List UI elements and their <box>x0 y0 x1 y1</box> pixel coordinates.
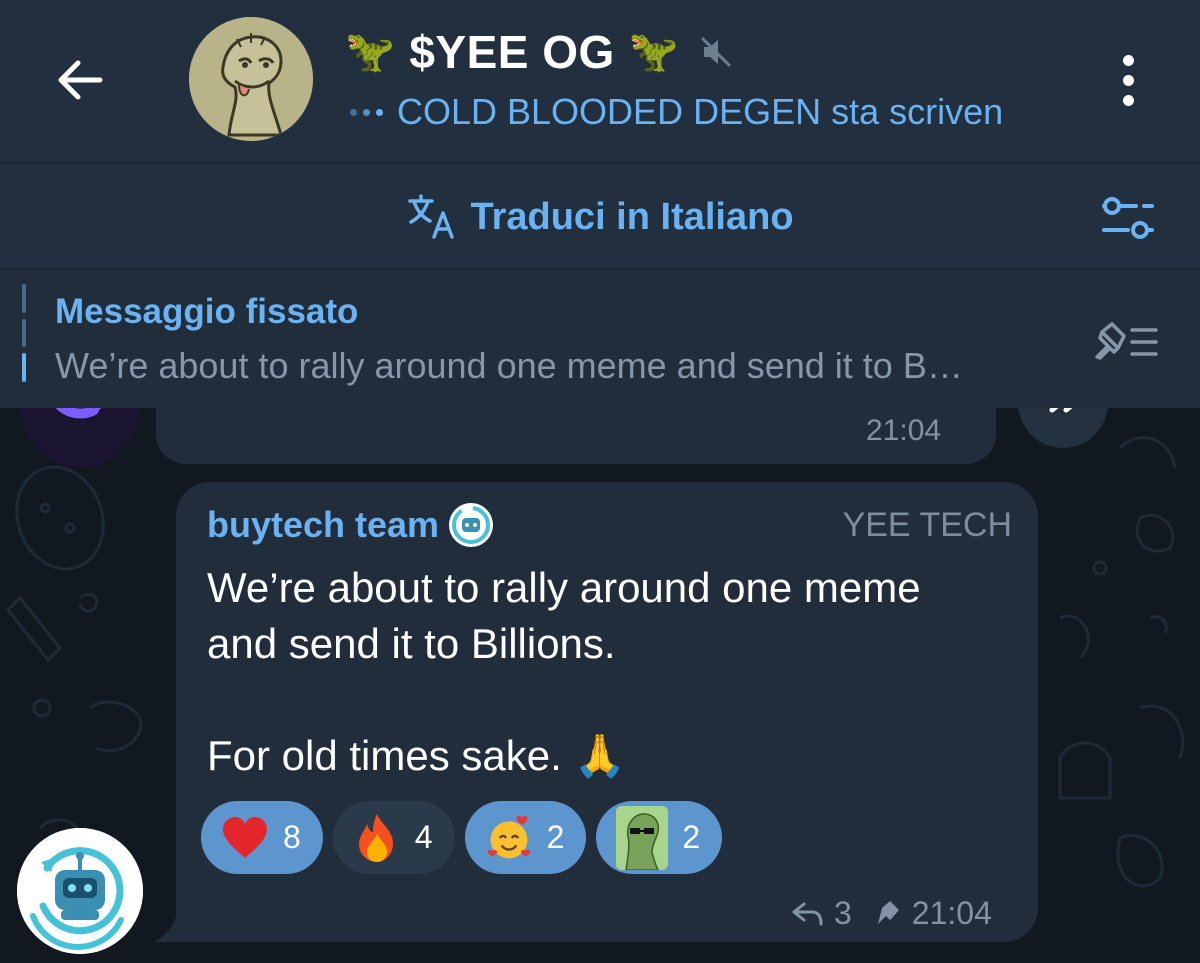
chat-avatar[interactable] <box>189 17 313 141</box>
reaction-heart[interactable]: 8 <box>201 801 323 874</box>
dino-emoji-left: 🦖 <box>345 30 396 74</box>
reaction-fire-count: 4 <box>414 819 433 855</box>
translate-settings-button[interactable] <box>1098 194 1158 244</box>
smiling-face-hearts-icon <box>485 814 533 862</box>
sender-badge-icon <box>449 503 494 547</box>
reaction-fire[interactable]: 4 <box>332 801 455 874</box>
chat-title: $YEE OG <box>409 26 615 78</box>
message-meta: 3 21:04 <box>790 890 992 936</box>
dino-emoji-right: 🦖 <box>628 30 680 74</box>
forward-icon <box>1049 408 1073 413</box>
typing-status: COLD BLOODED DEGEN sta scriven <box>350 88 1003 136</box>
dino-avatar-icon <box>189 17 313 141</box>
reaction-sticker[interactable]: 2 <box>596 801 723 874</box>
more-vert-icon <box>1122 54 1134 66</box>
app-bar: 🦖 $YEE OG 🦖 COLD BLOODED DEGEN sta scriv… <box>0 0 1200 162</box>
message-text: We’re about to rally around one meme and… <box>207 564 921 779</box>
chat-title-row[interactable]: 🦖 $YEE OG 🦖 <box>345 22 733 82</box>
translate-bar: Traduci in Italiano <box>0 162 1200 270</box>
message-time: 21:04 <box>911 894 992 931</box>
heart-icon <box>221 814 269 862</box>
dino-sunglasses-sticker-icon <box>616 805 669 870</box>
author-tag: YEE TECH <box>842 506 1012 544</box>
fire-icon <box>353 813 401 862</box>
pinned-title: Messaggio fissato <box>55 292 359 331</box>
back-button[interactable] <box>48 48 112 112</box>
mute-icon <box>701 37 731 67</box>
pinned-list-button[interactable] <box>1086 318 1166 366</box>
pinned-message-bar[interactable] <box>0 268 1200 410</box>
sender-name[interactable]: buytech team <box>207 504 439 546</box>
bubble-tail <box>154 908 192 942</box>
share-button[interactable] <box>1018 408 1108 448</box>
more-options-button[interactable] <box>1108 50 1148 110</box>
translate-button[interactable]: Traduci in Italiano <box>0 164 1200 270</box>
robot-avatar-icon <box>17 828 143 954</box>
settings-sliders-icon <box>1102 197 1154 239</box>
translate-icon <box>408 194 455 239</box>
reactions-row: 8 4 2 2 <box>201 801 723 874</box>
reaction-smiling-hearts-count: 2 <box>546 819 565 855</box>
reaction-sticker-count: 2 <box>682 819 701 855</box>
translate-label: Traduci in Italiano <box>470 195 794 238</box>
pinned-text: We’re about to rally around one meme and… <box>55 345 963 386</box>
previous-message-time: 21:04 <box>866 414 942 447</box>
reply-icon[interactable] <box>790 898 824 928</box>
reply-count[interactable]: 3 <box>834 895 852 932</box>
pin-list-icon <box>1094 322 1158 360</box>
sender-avatar[interactable] <box>17 828 143 954</box>
reaction-heart-count: 8 <box>283 819 301 855</box>
typing-dots-icon <box>350 108 383 116</box>
typing-status-text: COLD BLOODED DEGEN sta scriven <box>397 91 1004 132</box>
pinned-indicator <box>22 284 27 383</box>
sender-row[interactable]: buytech team <box>207 500 495 550</box>
pin-icon <box>875 901 899 925</box>
back-arrow-icon <box>58 60 103 100</box>
reaction-smiling-hearts[interactable]: 2 <box>464 801 587 874</box>
